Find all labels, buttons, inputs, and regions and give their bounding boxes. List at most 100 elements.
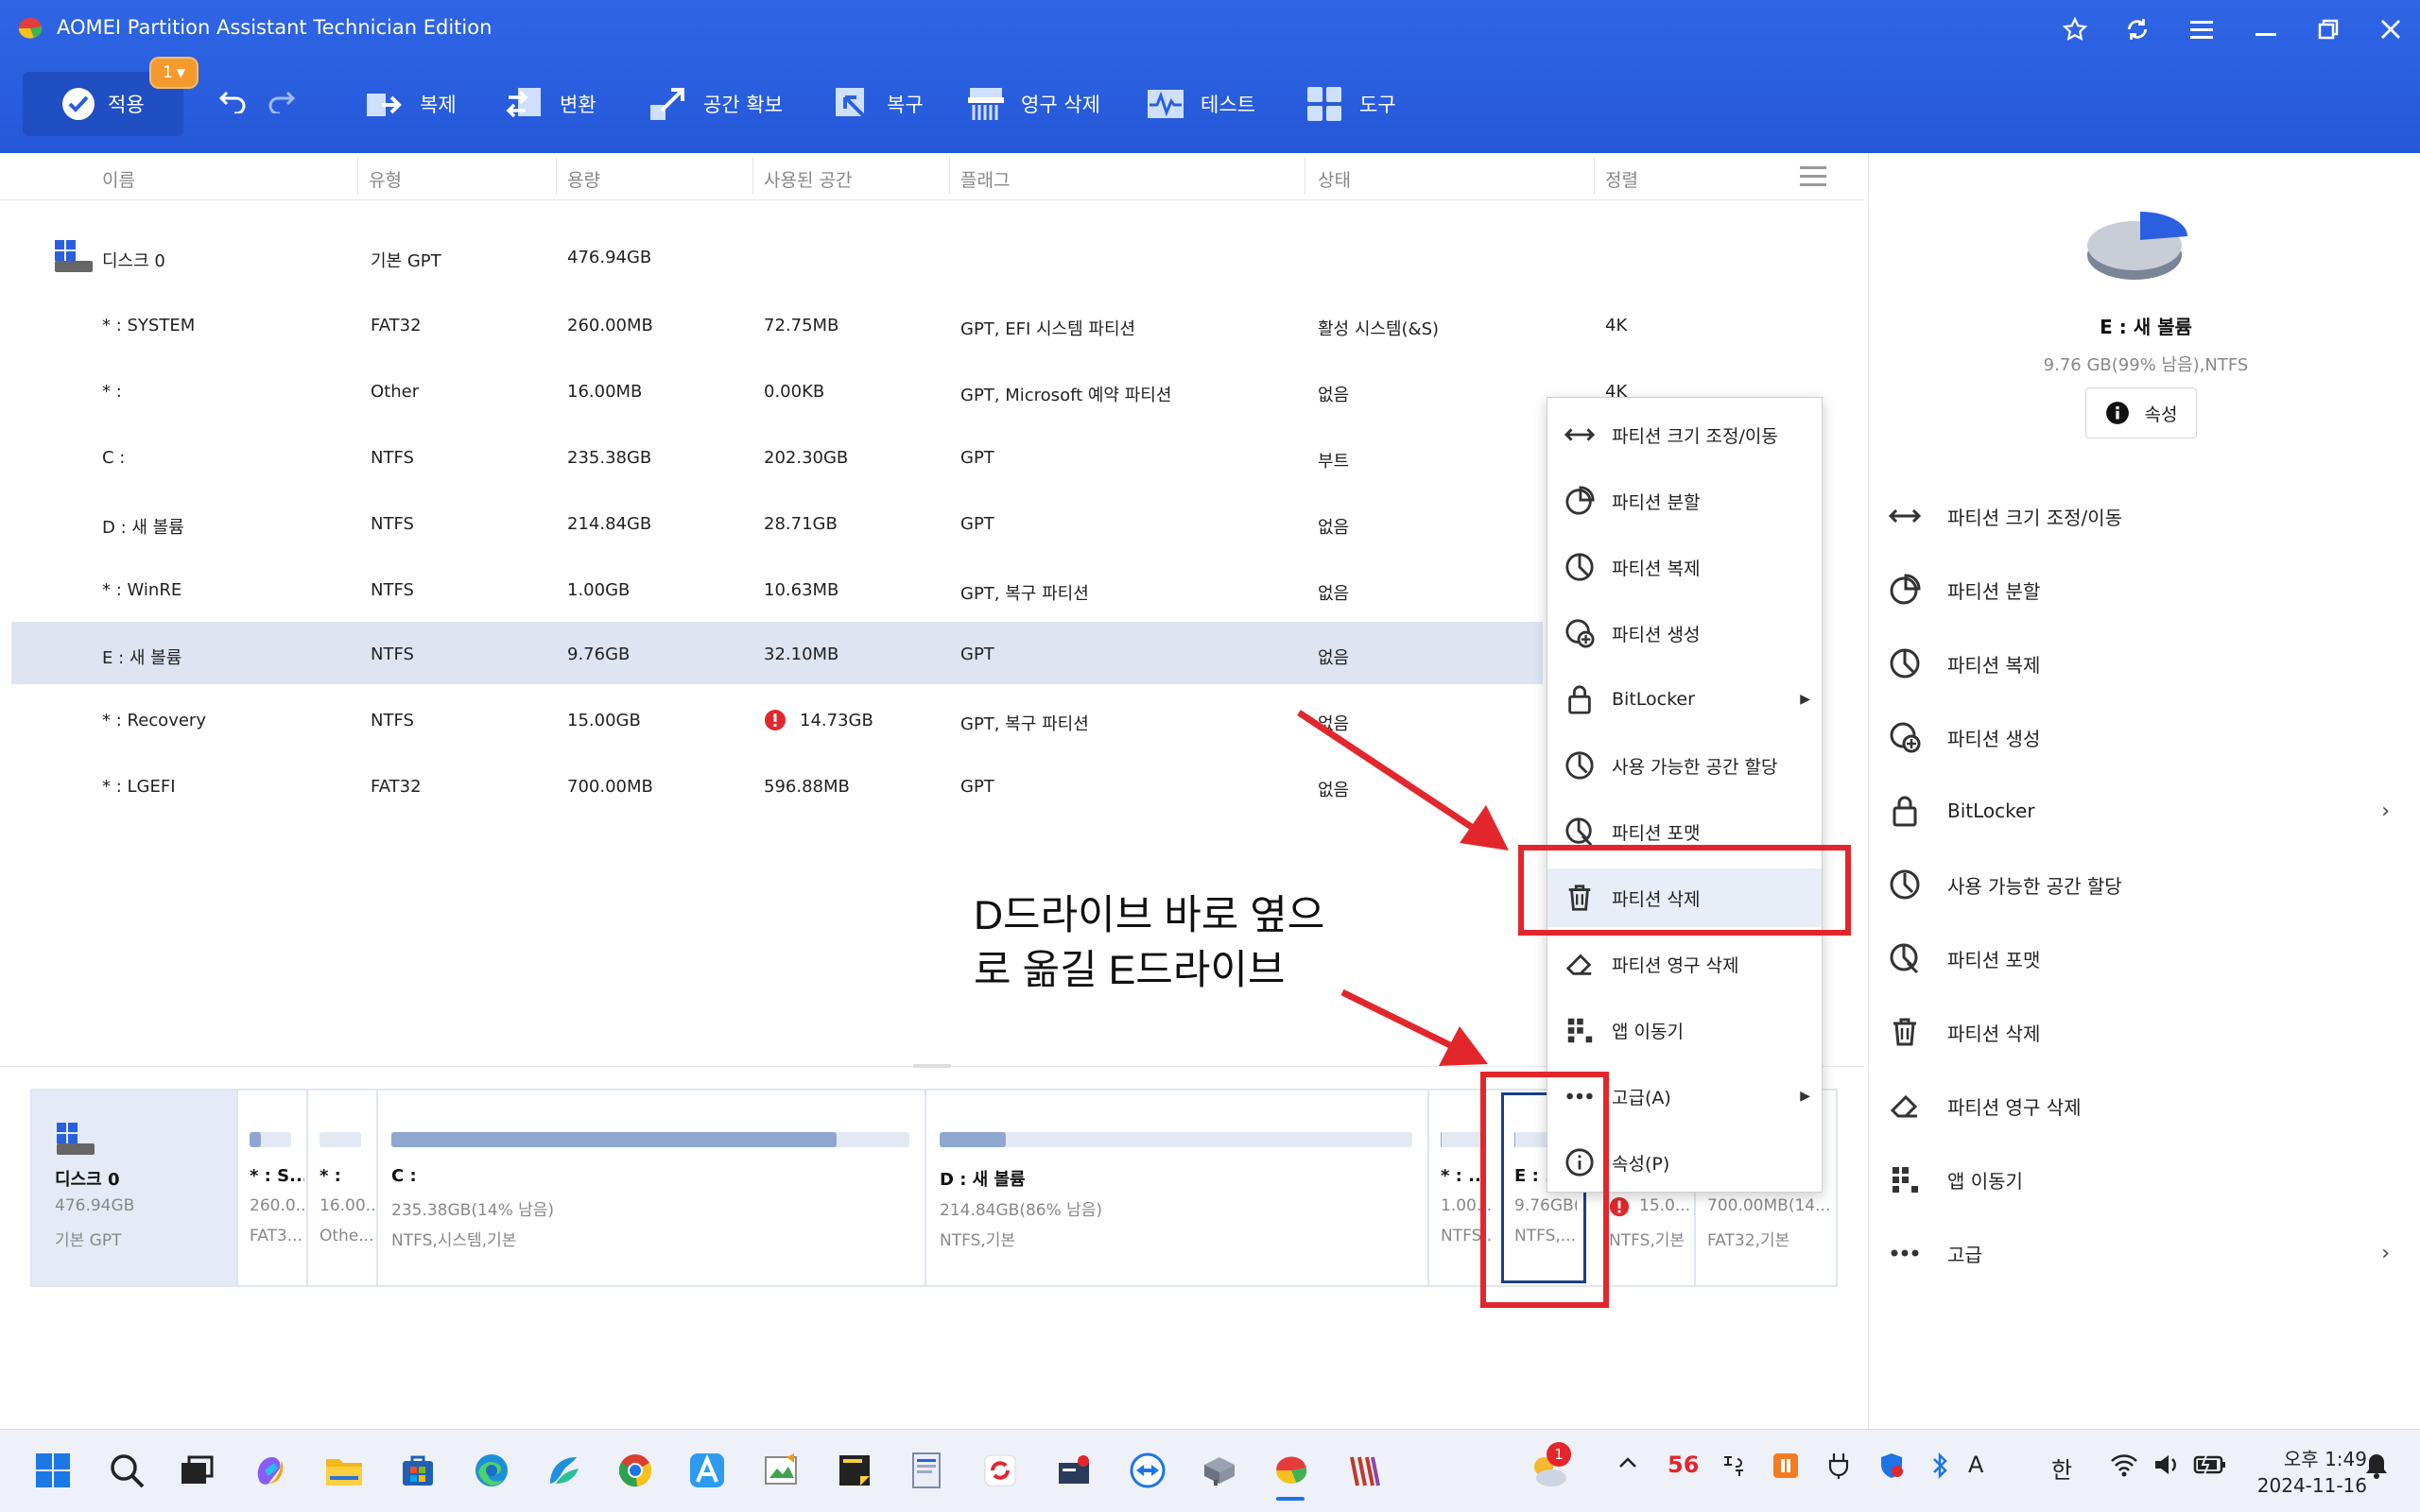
toolbar-wipe-button[interactable]: 영구 삭제	[966, 79, 1100, 129]
convert-icon	[506, 88, 541, 118]
column-options-icon[interactable]	[1800, 166, 1826, 187]
sync-app-icon[interactable]	[976, 1446, 1025, 1495]
undo-icon[interactable]	[219, 87, 248, 113]
partition-block[interactable]	[236, 1091, 306, 1285]
split-pie-icon	[1565, 486, 1595, 515]
language-indicator-a[interactable]: A	[1968, 1452, 1983, 1478]
taskbar-clock-time[interactable]: 오후 1:49	[2244, 1444, 2367, 1471]
restore-icon[interactable]	[2312, 13, 2344, 45]
toolbar-tools-button[interactable]: 도구	[1305, 79, 1396, 129]
aomei-taskbar-icon[interactable]	[1267, 1446, 1316, 1495]
tray-number[interactable]: 56	[1668, 1452, 1699, 1478]
ctx-create[interactable]: 파티션 생성	[1547, 604, 1822, 662]
column-header-type[interactable]: 유형	[369, 166, 402, 192]
row-name: E : 새 볼륨	[102, 648, 182, 668]
column-header-capacity[interactable]: 용량	[567, 166, 600, 192]
ctx-clone[interactable]: 파티션 복제	[1547, 538, 1822, 596]
ctx-app-mover[interactable]: 앱 이동기	[1547, 1001, 1822, 1059]
ctx-resize-move[interactable]: 파티션 크기 조정/이동	[1547, 405, 1822, 464]
chevron-up-icon[interactable]	[1616, 1452, 1639, 1474]
column-header-used[interactable]: 사용된 공간	[764, 166, 852, 192]
toolbar-test-button[interactable]: 테스트	[1146, 79, 1255, 129]
panel-wipe[interactable]: 파티션 영구 삭제	[1889, 1077, 2399, 1134]
disk-tool-icon[interactable]	[1195, 1446, 1244, 1495]
security-shield-icon[interactable]	[1877, 1452, 1906, 1480]
disk-capacity: 476.94GB	[567, 248, 652, 267]
minimize-icon[interactable]	[2250, 13, 2282, 45]
panel-advanced[interactable]: 고급 ›	[1889, 1225, 2399, 1281]
ctx-bitlocker[interactable]: BitLocker ▶	[1547, 670, 1822, 729]
shredder-icon	[968, 88, 1004, 120]
store-icon[interactable]	[393, 1446, 442, 1495]
bluetooth-icon[interactable]	[1928, 1452, 1951, 1480]
aomei-app-icon[interactable]	[539, 1446, 588, 1495]
app-a-icon[interactable]	[683, 1446, 732, 1495]
panel-resize-move[interactable]: 파티션 크기 조정/이동	[1889, 488, 2399, 544]
panel-app-mover[interactable]: 앱 이동기	[1889, 1151, 2399, 1208]
column-header-flag[interactable]: 플래그	[960, 166, 1010, 192]
winrar-icon[interactable]	[1340, 1446, 1390, 1495]
partition-block[interactable]	[376, 1091, 925, 1285]
partition-size: 15.0...	[1639, 1196, 1691, 1215]
panel-format[interactable]: 파티션 포맷	[1889, 930, 2399, 987]
presentation-app-icon[interactable]	[1049, 1446, 1098, 1495]
close-icon[interactable]	[2375, 13, 2407, 45]
start-button-icon[interactable]	[28, 1446, 78, 1495]
task-view-icon[interactable]	[172, 1446, 221, 1495]
warning-icon	[764, 709, 786, 731]
file-explorer-icon[interactable]	[320, 1446, 369, 1495]
disk-map-size: 476.94GB	[55, 1196, 135, 1215]
table-header	[0, 153, 1864, 200]
volume-icon[interactable]	[2153, 1452, 2182, 1478]
search-icon[interactable]	[102, 1446, 151, 1495]
document-viewer-icon[interactable]	[902, 1446, 951, 1495]
star-icon[interactable]	[2059, 13, 2091, 45]
office-icon[interactable]	[1772, 1452, 1800, 1480]
battery-icon[interactable]	[2193, 1452, 2227, 1478]
panel-clone[interactable]: 파티션 복제	[1889, 635, 2399, 692]
selected-partition-title: E : 새 볼륨	[2100, 316, 2192, 338]
sticky-notes-icon[interactable]	[830, 1446, 879, 1495]
panel-allocate-free-space[interactable]: 사용 가능한 공간 할당	[1889, 856, 2399, 913]
disk-name[interactable]: 디스크 0	[102, 248, 165, 272]
ctx-allocate-free-space[interactable]: 사용 가능한 공간 할당	[1547, 736, 1822, 795]
partition-name: C :	[391, 1166, 417, 1186]
row-name: * : Recovery	[102, 711, 206, 730]
ctx-wipe[interactable]: 파티션 영구 삭제	[1547, 935, 1822, 993]
panel-delete[interactable]: 파티션 삭제	[1889, 1004, 2399, 1060]
chrome-icon[interactable]	[611, 1446, 660, 1495]
panel-create[interactable]: 파티션 생성	[1889, 709, 2399, 765]
toolbar-convert-button[interactable]: 변환	[505, 79, 596, 129]
wifi-icon[interactable]	[2110, 1452, 2138, 1478]
power-plug-icon[interactable]	[1824, 1452, 1853, 1480]
refresh-icon[interactable]	[2121, 13, 2153, 45]
toolbar-free-space-button[interactable]: 공간 확보	[648, 79, 783, 129]
row-capacity: 260.00MB	[567, 316, 653, 335]
row-name: * : LGEFI	[102, 777, 176, 797]
language-indicator-han[interactable]: 한	[2051, 1452, 2072, 1485]
toolbar-clone-button[interactable]: 복제	[365, 79, 457, 129]
splitter-handle[interactable]	[913, 1064, 951, 1068]
column-header-name[interactable]: 이름	[102, 166, 135, 192]
taskbar-clock-date[interactable]: 2024-11-16	[2244, 1474, 2367, 1497]
partition-block[interactable]	[306, 1091, 376, 1285]
ctx-split[interactable]: 파티션 분할	[1547, 472, 1822, 530]
column-divider	[752, 157, 753, 195]
row-align: 4K	[1605, 316, 1628, 335]
properties-button[interactable]: 속성	[2085, 387, 2197, 438]
column-header-align[interactable]: 정렬	[1605, 166, 1638, 192]
row-type: FAT32	[371, 316, 422, 335]
toolbar-recover-button[interactable]: 복구	[832, 79, 924, 129]
redo-icon[interactable]	[267, 87, 295, 113]
paint-icon[interactable]	[756, 1446, 805, 1495]
pending-operations-badge[interactable]: 1 ▼	[149, 57, 199, 89]
column-header-status[interactable]: 상태	[1318, 166, 1351, 192]
panel-split[interactable]: 파티션 분할	[1889, 561, 2399, 618]
panel-bitlocker[interactable]: BitLocker ›	[1889, 782, 2399, 839]
notification-bell-icon[interactable]	[2363, 1452, 2390, 1480]
edge-browser-icon[interactable]	[467, 1446, 516, 1495]
menu-icon[interactable]	[2186, 13, 2218, 45]
teamviewer-icon[interactable]	[1123, 1446, 1172, 1495]
input-indicator-icon[interactable]	[1720, 1452, 1749, 1480]
copilot-icon[interactable]	[246, 1446, 295, 1495]
